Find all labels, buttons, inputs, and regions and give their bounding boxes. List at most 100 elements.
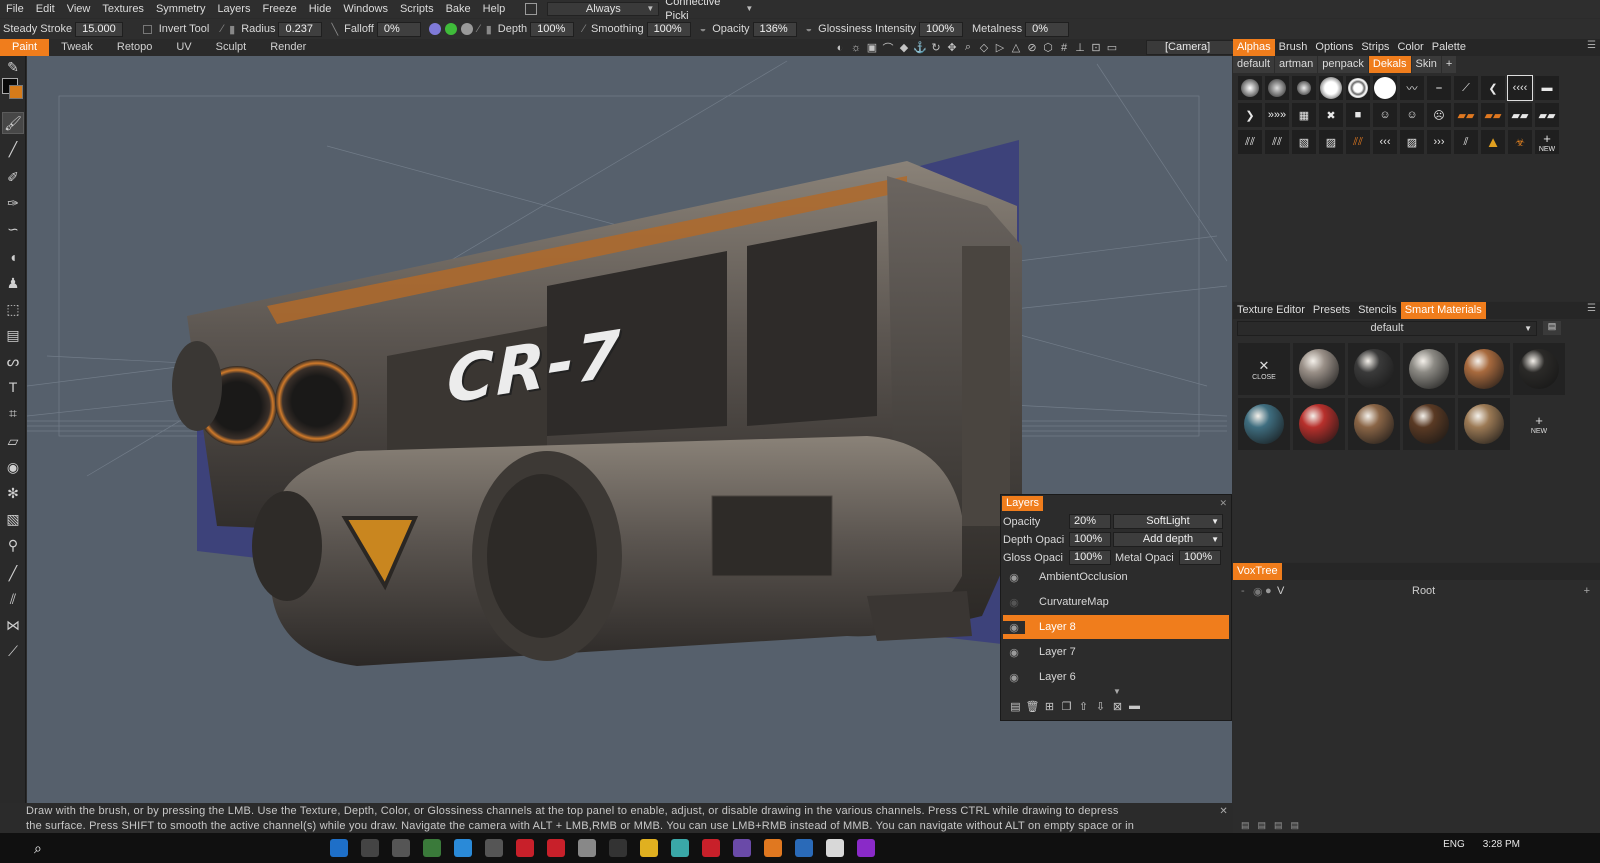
steady-stroke-input[interactable]: 15.000 xyxy=(75,21,123,37)
alpha-item-selected[interactable]: ‹‹‹‹ xyxy=(1507,75,1533,101)
material-item[interactable] xyxy=(1457,342,1511,396)
light-icon[interactable]: ☼ xyxy=(848,41,864,55)
trash-icon[interactable]: ▤ xyxy=(1241,820,1250,831)
opacity-input[interactable]: 136% xyxy=(752,21,797,37)
drop-icon[interactable]: ◆ xyxy=(896,41,912,55)
curve-tool-icon[interactable]: ᔕ xyxy=(2,350,24,372)
eye-icon[interactable]: ◉ xyxy=(1003,571,1025,584)
layers-title[interactable]: Layers xyxy=(1002,496,1044,511)
layer-item-layer-7[interactable]: ◉ Layer 7 xyxy=(1003,640,1229,664)
color-channel-icon[interactable] xyxy=(428,23,441,35)
layer-item-curvature-map[interactable]: ◉ CurvatureMap xyxy=(1003,590,1229,614)
alpha-item[interactable] xyxy=(1372,75,1398,101)
layer-opacity-input[interactable]: 20% xyxy=(1069,514,1111,529)
depth-control[interactable]: Depth 100% xyxy=(495,21,575,37)
material-item[interactable] xyxy=(1237,397,1291,451)
alpha-item[interactable]: 〰 xyxy=(1399,75,1425,101)
menu-view[interactable]: View xyxy=(61,0,97,18)
axis-icon[interactable]: ⊥ xyxy=(1072,41,1088,55)
material-item[interactable] xyxy=(1512,342,1566,396)
ruler-icon[interactable]: △ xyxy=(1008,41,1024,55)
app-icon[interactable] xyxy=(825,839,844,857)
alpha-item[interactable]: ▰▰ xyxy=(1453,102,1479,128)
tab-options[interactable]: Options xyxy=(1311,39,1357,56)
tab-brush[interactable]: Brush xyxy=(1275,39,1312,56)
alpha-item[interactable]: ‹‹‹ xyxy=(1372,129,1398,155)
depth-channel-icon[interactable] xyxy=(460,23,473,35)
add-object-icon[interactable]: + xyxy=(1584,585,1590,597)
rotate-icon[interactable]: ↻ xyxy=(928,41,944,55)
frame-icon[interactable]: ◇ xyxy=(976,41,992,55)
alpha-item[interactable]: ⫽ xyxy=(1453,129,1479,155)
alpha-item[interactable]: ❯ xyxy=(1237,102,1263,128)
app-icon[interactable] xyxy=(794,839,813,857)
layer-item-ambient-occlusion[interactable]: ◉ AmbientOcclusion xyxy=(1003,565,1229,589)
alpha-set-dekals[interactable]: Dekals xyxy=(1368,56,1411,73)
warning-icon[interactable]: ▲ xyxy=(1480,129,1506,155)
app-icon[interactable] xyxy=(670,839,689,857)
blend-mode-dropdown[interactable]: SoftLight ▼ xyxy=(1113,514,1223,529)
alpha-set-default[interactable]: default xyxy=(1233,56,1275,73)
room-tab-tweak[interactable]: Tweak xyxy=(49,39,105,56)
close-icon[interactable]: ✕ xyxy=(1219,804,1228,819)
close-materials-button[interactable]: ✕ CLOSE xyxy=(1237,342,1291,396)
menu-layers[interactable]: Layers xyxy=(211,0,256,18)
depth-mode-dropdown[interactable]: Add depth ▼ xyxy=(1113,532,1223,547)
secondary-color-swatch[interactable] xyxy=(9,85,23,99)
merge-layer-icon[interactable]: ⊞ xyxy=(1041,700,1058,713)
tab-voxtree[interactable]: VoxTree xyxy=(1233,563,1282,580)
alpha-item[interactable]: ▬ xyxy=(1534,75,1560,101)
falloff-input[interactable]: 0% xyxy=(376,21,421,37)
text-tool-icon[interactable]: T xyxy=(2,376,24,398)
smoothing-input[interactable]: 100% xyxy=(646,21,691,37)
clock[interactable]: 3:28 PM xyxy=(1483,839,1520,850)
alpha-item[interactable] xyxy=(1264,75,1290,101)
alpha-item[interactable] xyxy=(1237,75,1263,101)
move-down-icon[interactable]: ⇩ xyxy=(1092,700,1109,713)
alpha-item[interactable]: ⟋ xyxy=(1453,75,1479,101)
app-icon[interactable] xyxy=(422,839,441,857)
alpha-item[interactable]: ☹ xyxy=(1426,102,1452,128)
tab-smart-materials[interactable]: Smart Materials xyxy=(1400,302,1486,319)
material-folder-dropdown[interactable]: default ▼ xyxy=(1237,321,1537,336)
alpha-item[interactable]: ▰▰ xyxy=(1534,102,1560,128)
radius-control[interactable]: Radius 0.237 xyxy=(238,21,323,37)
delete-layer-icon[interactable]: 🗑 xyxy=(1024,700,1041,713)
depth-input[interactable]: 100% xyxy=(530,21,575,37)
alpha-item[interactable]: ▰▰ xyxy=(1480,102,1506,128)
new-layer-icon[interactable]: ▤ xyxy=(1007,700,1024,713)
alpha-item[interactable] xyxy=(1318,75,1344,101)
crop-tool-icon[interactable]: ⌗ xyxy=(2,402,24,424)
hatch-tool-icon[interactable]: ▧ xyxy=(2,508,24,530)
biohazard-icon[interactable]: ☣ xyxy=(1507,129,1533,155)
fill-tool-icon[interactable]: ◖ xyxy=(2,246,24,268)
metalness-control[interactable]: Metalness 0% xyxy=(969,21,1070,37)
eye-icon[interactable]: ◉ xyxy=(1003,646,1025,659)
eye-icon[interactable]: ◉ xyxy=(1003,671,1025,684)
glossiness-control[interactable]: Glossiness Intensity 100% xyxy=(815,21,963,37)
menu-windows[interactable]: Windows xyxy=(337,0,394,18)
alpha-item[interactable]: ▧ xyxy=(1291,129,1317,155)
alpha-item[interactable]: ⫽⫽ xyxy=(1264,129,1290,155)
search-icon[interactable]: ⌕ xyxy=(34,840,42,857)
alpha-item[interactable]: ❮ xyxy=(1480,75,1506,101)
butterfly-tool-icon[interactable]: ⋈ xyxy=(2,614,24,636)
alpha-item[interactable]: ⎯ xyxy=(1426,75,1452,101)
lock-icon[interactable]: ▮ xyxy=(229,23,235,36)
voxtree-root-item[interactable]: - ◉ ● V Root + xyxy=(1241,583,1596,599)
menu-bake[interactable]: Bake xyxy=(440,0,477,18)
menu-file[interactable]: File xyxy=(0,0,30,18)
material-item[interactable] xyxy=(1292,397,1346,451)
alpha-item[interactable]: ▰▰ xyxy=(1507,102,1533,128)
smudge-tool-icon[interactable]: ✑ xyxy=(2,192,24,214)
metalness-input[interactable]: 0% xyxy=(1025,21,1070,37)
close-icon[interactable]: ✕ xyxy=(1219,498,1227,509)
airbrush-tool-icon[interactable]: ✐ xyxy=(2,166,24,188)
alpha-item[interactable]: ☺ xyxy=(1399,102,1425,128)
material-item[interactable] xyxy=(1457,397,1511,451)
app-icon[interactable] xyxy=(515,839,534,857)
tab-alphas[interactable]: Alphas xyxy=(1233,39,1275,56)
menu-help[interactable]: Help xyxy=(477,0,512,18)
alpha-set-artman[interactable]: artman xyxy=(1275,56,1318,73)
room-tab-paint[interactable]: Paint xyxy=(0,39,50,56)
